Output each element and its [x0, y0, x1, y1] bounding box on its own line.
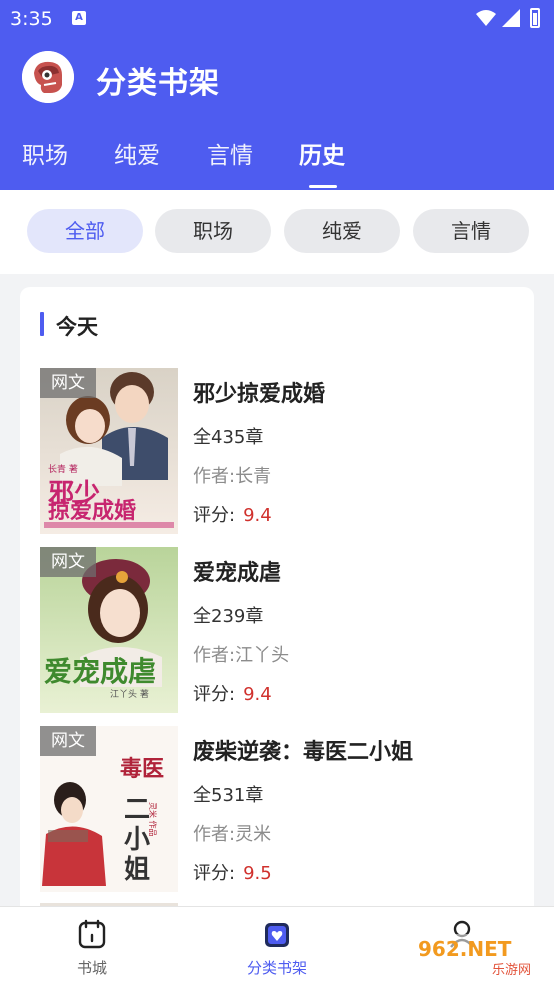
book-cover[interactable]: 爱宠成虐 江丫头 著 网文 [40, 547, 178, 713]
notification-a-icon: A [72, 11, 86, 25]
bookstore-icon [78, 919, 106, 949]
category-tabs: 职场 纯爱 言情 历史 [0, 136, 554, 176]
tab-pure-love[interactable]: 纯爱 [114, 136, 160, 170]
bookshelf-card: 今天 长青 著 邪少 掠爱成婚 网文 邪少掠爱成婚 全435章 作者:长青 评分… [20, 287, 534, 927]
tab-history[interactable]: 历史 [299, 136, 345, 170]
book-rating: 评分: 9.5 [193, 859, 272, 885]
book-author: 作者:江丫头 [193, 645, 290, 666]
app-logo[interactable] [22, 51, 74, 103]
app-header: 3:35 A 分类书架 职场 纯爱 言情 历史 [0, 0, 554, 190]
book-cover[interactable]: 长青 著 邪少 掠爱成婚 网文 [40, 368, 178, 534]
book-cover[interactable]: 毒医 二 小 姐 灵米 作品 网文 [40, 726, 178, 892]
book-rating: 评分: 9.4 [193, 680, 272, 706]
book-title[interactable]: 邪少掠爱成婚 [193, 376, 325, 408]
cover-author-text: 灵米 作品 [148, 802, 158, 837]
tab-active-indicator [309, 185, 337, 188]
rating-label: 评分: [193, 684, 236, 705]
cover-author-text: 江丫头 著 [110, 688, 149, 700]
rating-label: 评分: [193, 863, 236, 884]
nav-bookstore[interactable]: 书城 [32, 907, 152, 984]
svg-text:二: 二 [124, 795, 150, 825]
filter-chip-pure-love[interactable]: 纯爱 [284, 209, 400, 253]
filter-bar: 全部 职场 纯爱 言情 [0, 190, 554, 274]
rating-score: 9.4 [243, 505, 272, 526]
cover-title-text: 毒医 [120, 756, 164, 782]
bookshelf-icon [265, 923, 289, 947]
cover-author-text: 长青 著 [48, 463, 78, 475]
status-time: 3:35 [10, 8, 53, 30]
filter-chip-workplace[interactable]: 职场 [155, 209, 271, 253]
tab-romance[interactable]: 言情 [207, 136, 253, 170]
filter-chip-all[interactable]: 全部 [27, 209, 143, 253]
book-title[interactable]: 废柴逆袭：毒医二小姐 [193, 734, 413, 766]
watermark-logo: 962.NET 乐游网 [414, 934, 548, 980]
wifi-icon [476, 10, 496, 26]
book-rating: 评分: 9.4 [193, 501, 272, 527]
book-author: 作者:灵米 [193, 824, 272, 845]
svg-text:姐: 姐 [124, 855, 150, 885]
book-tag: 网文 [40, 368, 96, 398]
nav-label: 书城 [76, 959, 107, 977]
nav-label: 分类书架 [246, 959, 307, 977]
section-title: 今天 [56, 315, 98, 339]
filter-chip-romance[interactable]: 言情 [413, 209, 529, 253]
svg-text:小: 小 [124, 825, 150, 855]
page-title: 分类书架 [96, 66, 220, 101]
cover-title-text: 爱宠成虐 [44, 655, 156, 688]
tab-workplace[interactable]: 职场 [22, 136, 68, 170]
svg-text:掠爱成婚: 掠爱成婚 [48, 498, 136, 524]
book-item[interactable]: 毒医 二 小 姐 灵米 作品 网文 废柴逆袭：毒医二小姐 全531章 作者:灵米… [40, 726, 520, 892]
book-item[interactable]: 长青 著 邪少 掠爱成婚 网文 邪少掠爱成婚 全435章 作者:长青 评分: 9.… [40, 368, 520, 534]
logo-icon [22, 51, 74, 103]
book-item[interactable]: 爱宠成虐 江丫头 著 网文 爱宠成虐 全239章 作者:江丫头 评分: 9.4 [40, 547, 520, 713]
book-tag: 网文 [40, 547, 96, 577]
book-chapters: 全239章 [193, 606, 264, 627]
nav-bookshelf[interactable]: 分类书架 [217, 907, 337, 984]
watermark-text: 962.NET [418, 937, 512, 961]
status-bar: 3:35 A [0, 0, 554, 36]
book-title[interactable]: 爱宠成虐 [193, 555, 281, 587]
book-chapters: 全531章 [193, 785, 264, 806]
rating-score: 9.4 [243, 684, 272, 705]
signal-icon [502, 9, 520, 27]
battery-icon [530, 8, 540, 28]
rating-score: 9.5 [243, 863, 272, 884]
section-accent-bar [40, 312, 44, 336]
book-tag: 网文 [40, 726, 96, 756]
rating-label: 评分: [193, 505, 236, 526]
book-chapters: 全435章 [193, 427, 264, 448]
watermark-subtext: 乐游网 [492, 963, 531, 978]
book-author: 作者:长青 [193, 466, 272, 487]
